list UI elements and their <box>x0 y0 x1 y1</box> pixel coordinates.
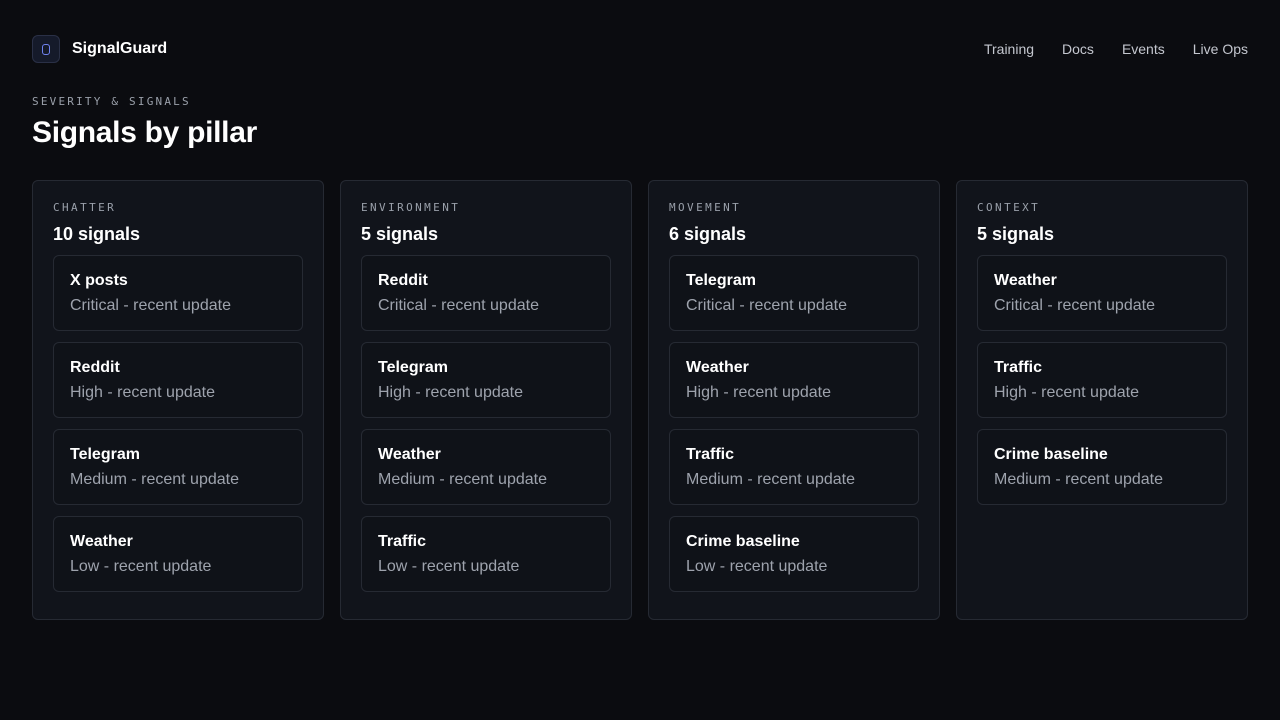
nav-events[interactable]: Events <box>1122 41 1165 57</box>
signal-severity: Critical - recent update <box>994 297 1155 314</box>
signal-severity: Critical - recent update <box>686 297 847 314</box>
signal-severity: Medium - recent update <box>686 471 855 488</box>
signal-card[interactable]: Weather Critical - recent update <box>977 255 1227 331</box>
signal-card[interactable]: Traffic Medium - recent update <box>669 429 919 505</box>
signal-severity: Critical - recent update <box>378 297 539 314</box>
signal-card[interactable]: Telegram Critical - recent update <box>669 255 919 331</box>
signal-severity: Medium - recent update <box>378 471 547 488</box>
signal-title: Telegram <box>378 359 448 376</box>
signal-card[interactable]: Traffic High - recent update <box>977 342 1227 418</box>
signal-title: Crime baseline <box>686 533 800 550</box>
pillar-label: CONTEXT <box>977 201 1041 214</box>
signal-title: X posts <box>70 272 128 289</box>
pillar-signal-count: 5 signals <box>361 224 439 244</box>
pillar-label: ENVIRONMENT <box>361 201 461 214</box>
pillar-label: CHATTER <box>53 201 117 214</box>
signal-card[interactable]: Weather High - recent update <box>669 342 919 418</box>
signal-title: Reddit <box>378 272 428 289</box>
shield-icon <box>32 35 60 63</box>
signal-severity: High - recent update <box>994 384 1139 401</box>
pillar-signal-count: 6 signals <box>669 224 747 244</box>
section-eyebrow: SEVERITY & SIGNALS <box>32 95 191 108</box>
signal-severity: High - recent update <box>378 384 523 401</box>
signal-severity: High - recent update <box>70 384 215 401</box>
signal-severity: Low - recent update <box>378 558 520 575</box>
top-header: SignalGuard Training Docs Events Live Op… <box>32 35 1248 63</box>
signal-card[interactable]: Traffic Low - recent update <box>361 516 611 592</box>
signal-title: Telegram <box>70 446 140 463</box>
pillar-label: MOVEMENT <box>669 201 742 214</box>
signal-title: Weather <box>378 446 441 463</box>
signal-title: Weather <box>686 359 749 376</box>
signal-severity: Low - recent update <box>686 558 828 575</box>
pillar-signal-count: 5 signals <box>977 224 1055 244</box>
signal-card[interactable]: X posts Critical - recent update <box>53 255 303 331</box>
signal-card[interactable]: Telegram Medium - recent update <box>53 429 303 505</box>
brand[interactable]: SignalGuard <box>32 35 167 63</box>
signal-severity: Medium - recent update <box>70 471 239 488</box>
signal-card[interactable]: Reddit Critical - recent update <box>361 255 611 331</box>
signal-title: Crime baseline <box>994 446 1108 463</box>
signal-severity: High - recent update <box>686 384 831 401</box>
signal-title: Traffic <box>378 533 427 550</box>
signal-card[interactable]: Crime baseline Medium - recent update <box>977 429 1227 505</box>
signal-title: Telegram <box>686 272 756 289</box>
pillar-signal-count: 10 signals <box>53 224 141 244</box>
signal-severity: Low - recent update <box>70 558 212 575</box>
signal-title: Weather <box>994 272 1057 289</box>
pillar-columns: CHATTER 10 signals X posts Critical - re… <box>32 180 1248 620</box>
nav-live-ops[interactable]: Live Ops <box>1193 41 1248 57</box>
signal-severity: Medium - recent update <box>994 471 1163 488</box>
pillar-column-movement: MOVEMENT 6 signals Telegram Critical - r… <box>648 180 940 620</box>
signal-card[interactable]: Weather Low - recent update <box>53 516 303 592</box>
signal-severity: Critical - recent update <box>70 297 231 314</box>
signal-card[interactable]: Telegram High - recent update <box>361 342 611 418</box>
page-title: Signals by pillar <box>32 116 257 149</box>
signal-title: Traffic <box>686 446 735 463</box>
nav-training[interactable]: Training <box>984 41 1034 57</box>
app-name: SignalGuard <box>72 40 168 57</box>
signal-card[interactable]: Weather Medium - recent update <box>361 429 611 505</box>
nav-docs[interactable]: Docs <box>1062 41 1094 57</box>
pillar-column-chatter: CHATTER 10 signals X posts Critical - re… <box>32 180 324 620</box>
signal-title: Weather <box>70 533 133 550</box>
signal-title: Reddit <box>70 359 120 376</box>
pillar-column-context: CONTEXT 5 signals Weather Critical - rec… <box>956 180 1248 620</box>
signal-card[interactable]: Reddit High - recent update <box>53 342 303 418</box>
top-nav: Training Docs Events Live Ops <box>984 41 1248 57</box>
pillar-column-environment: ENVIRONMENT 5 signals Reddit Critical - … <box>340 180 632 620</box>
signal-title: Traffic <box>994 359 1043 376</box>
signal-card[interactable]: Crime baseline Low - recent update <box>669 516 919 592</box>
